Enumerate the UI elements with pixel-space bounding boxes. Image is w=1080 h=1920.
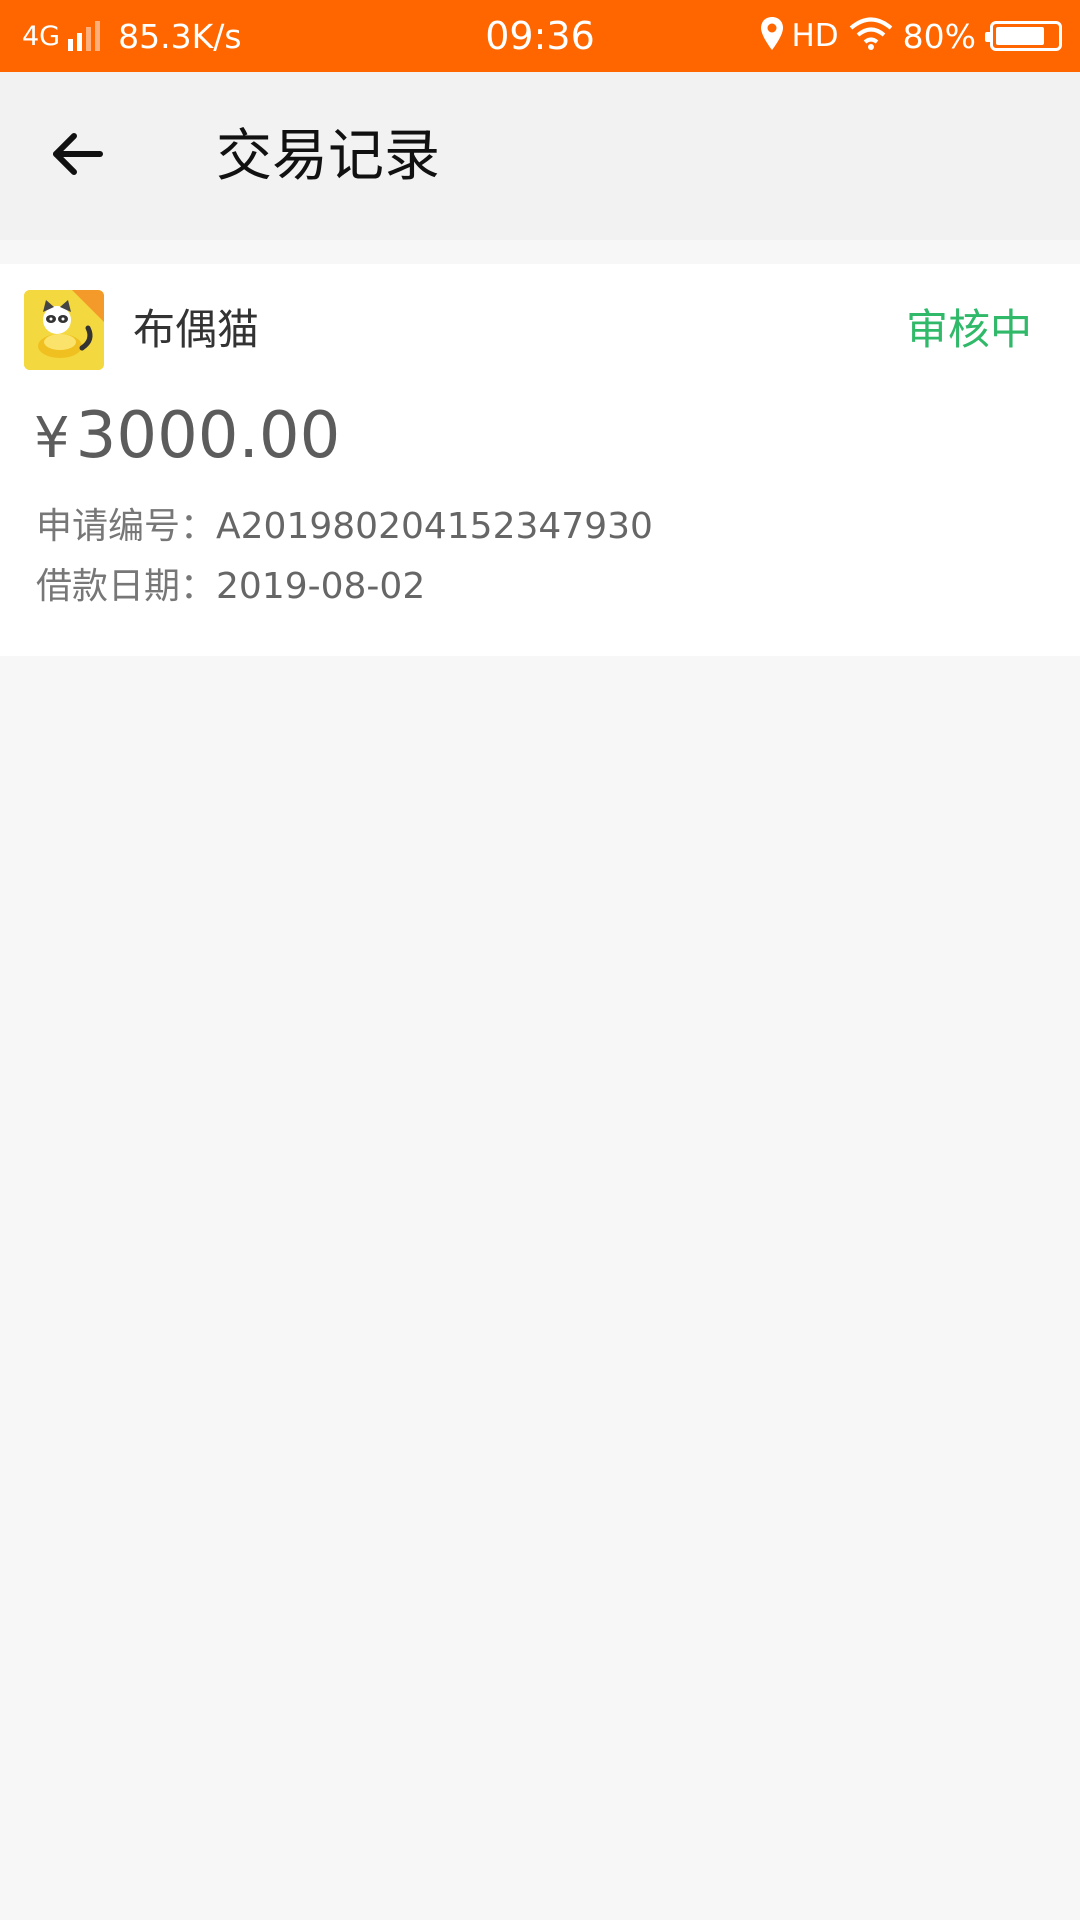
status-badge: 审核中 xyxy=(905,305,1032,354)
nav-bar: 交易记录 xyxy=(0,72,1080,240)
application-number-row: 申请编号： A20198020415234793​0 xyxy=(36,504,653,550)
application-number-value: A20198020415234793​0 xyxy=(216,506,653,547)
arrow-left-icon xyxy=(50,132,104,180)
loan-date-value: 2019-08-02 xyxy=(216,566,426,607)
amount-value: 3000.00 xyxy=(75,399,341,473)
back-button[interactable] xyxy=(50,126,120,186)
loan-date-label: 借款日期： xyxy=(36,566,217,607)
application-number-label: 申请编号： xyxy=(36,506,217,547)
status-bar: 4G 85.3K/s 09:36 HD 80% xyxy=(0,0,1080,72)
loan-amount: ¥ 3000.00 xyxy=(34,396,340,479)
loan-date-row: 借款日期： 2019-08-02 xyxy=(36,564,425,610)
app-name: 布偶猫 xyxy=(133,305,260,354)
status-bar-right: HD 80% xyxy=(759,0,1062,72)
wifi-icon xyxy=(849,17,893,55)
location-icon xyxy=(759,16,785,56)
currency-symbol: ¥ xyxy=(34,406,70,471)
battery-percent: 80% xyxy=(902,16,976,56)
battery-icon xyxy=(985,21,1062,51)
page-title: 交易记录 xyxy=(216,124,440,189)
hd-indicator: HD xyxy=(791,18,839,54)
transaction-card[interactable]: 布偶猫 审核中 ¥ 3000.00 申请编号： A201980204152347… xyxy=(0,264,1080,656)
app-logo xyxy=(24,290,104,370)
